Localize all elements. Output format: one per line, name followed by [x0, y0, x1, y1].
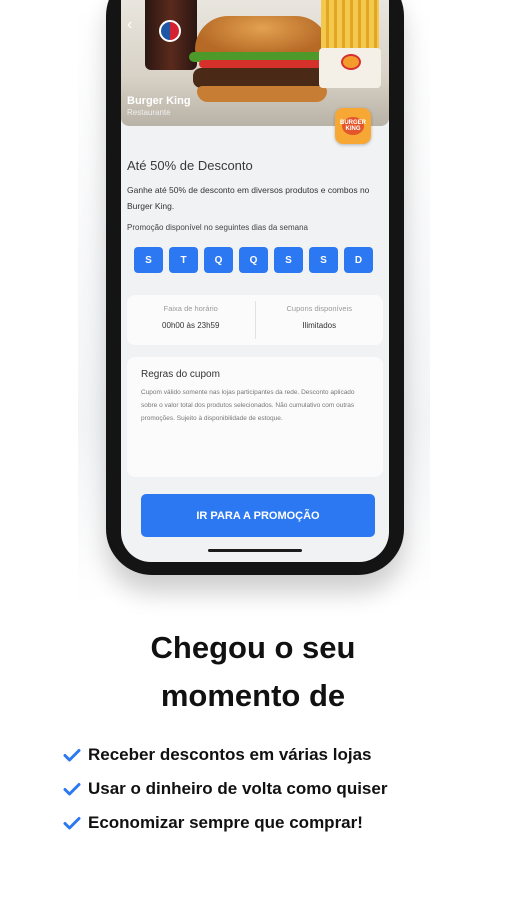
checkmark-icon [63, 817, 81, 830]
rules-title: Regras do cupom [141, 369, 220, 380]
benefits-list: Receber descontos em várias lojas Usar o… [62, 738, 387, 840]
rules-text: Cupom válido somente nas lojas participa… [141, 389, 355, 422]
availability-label: Promoção disponível no seguintes dias da… [127, 223, 308, 232]
checkmark-icon [63, 783, 81, 796]
offer-description: Ganhe até 50% de desconto em diversos pr… [127, 185, 370, 211]
checkmark-icon [63, 749, 81, 762]
fries-box-image [319, 48, 381, 88]
benefit-text: Economizar sempre que comprar! [88, 813, 363, 832]
weekday-list: S T Q Q S S D [134, 247, 373, 273]
benefit-text: Receber descontos em várias lojas [88, 745, 372, 764]
day-chip: D [344, 247, 373, 273]
store-category: Restaurante [127, 108, 171, 117]
burger-image [187, 12, 337, 104]
day-chip: S [134, 247, 163, 273]
headline-line-1: Chegou o seu [150, 630, 356, 665]
coupon-rules-card: Regras do cupom Cupom válido somente nas… [127, 357, 383, 477]
day-chip: T [169, 247, 198, 273]
day-chip: Q [204, 247, 233, 273]
day-chip: S [309, 247, 338, 273]
benefit-text: Usar o dinheiro de volta como quiser [88, 779, 388, 798]
day-chip: S [274, 247, 303, 273]
coupons-label: Cupons disponíveis [286, 304, 352, 313]
home-indicator [208, 549, 302, 552]
go-to-promotion-button[interactable]: IR PARA A PROMOÇÃO [141, 494, 375, 537]
chevron-left-icon[interactable]: ‹ [127, 16, 132, 34]
day-chip: Q [239, 247, 268, 273]
time-range-value: 00h00 às 23h59 [162, 321, 220, 330]
offer-title: Até 50% de Desconto [127, 158, 253, 173]
list-item: Usar o dinheiro de volta como quiser [62, 772, 387, 806]
list-item: Receber descontos em várias lojas [62, 738, 387, 772]
headline-line-2: momento de [160, 678, 346, 713]
brand-logo: BURGER KING [335, 108, 371, 144]
headline: Chegou o seu momento de [0, 624, 506, 720]
coupons-value: Ilimitados [302, 321, 337, 330]
app-screen: ‹ Burger King Restaurante BURGER KING At… [121, 0, 389, 562]
offer-info-card: Faixa de horário 00h00 às 23h59 Cupons d… [127, 295, 383, 345]
pepsi-logo-icon [159, 20, 181, 42]
list-item: Economizar sempre que comprar! [62, 806, 387, 840]
time-range-label: Faixa de horário [163, 304, 218, 313]
store-name: Burger King [127, 95, 191, 107]
